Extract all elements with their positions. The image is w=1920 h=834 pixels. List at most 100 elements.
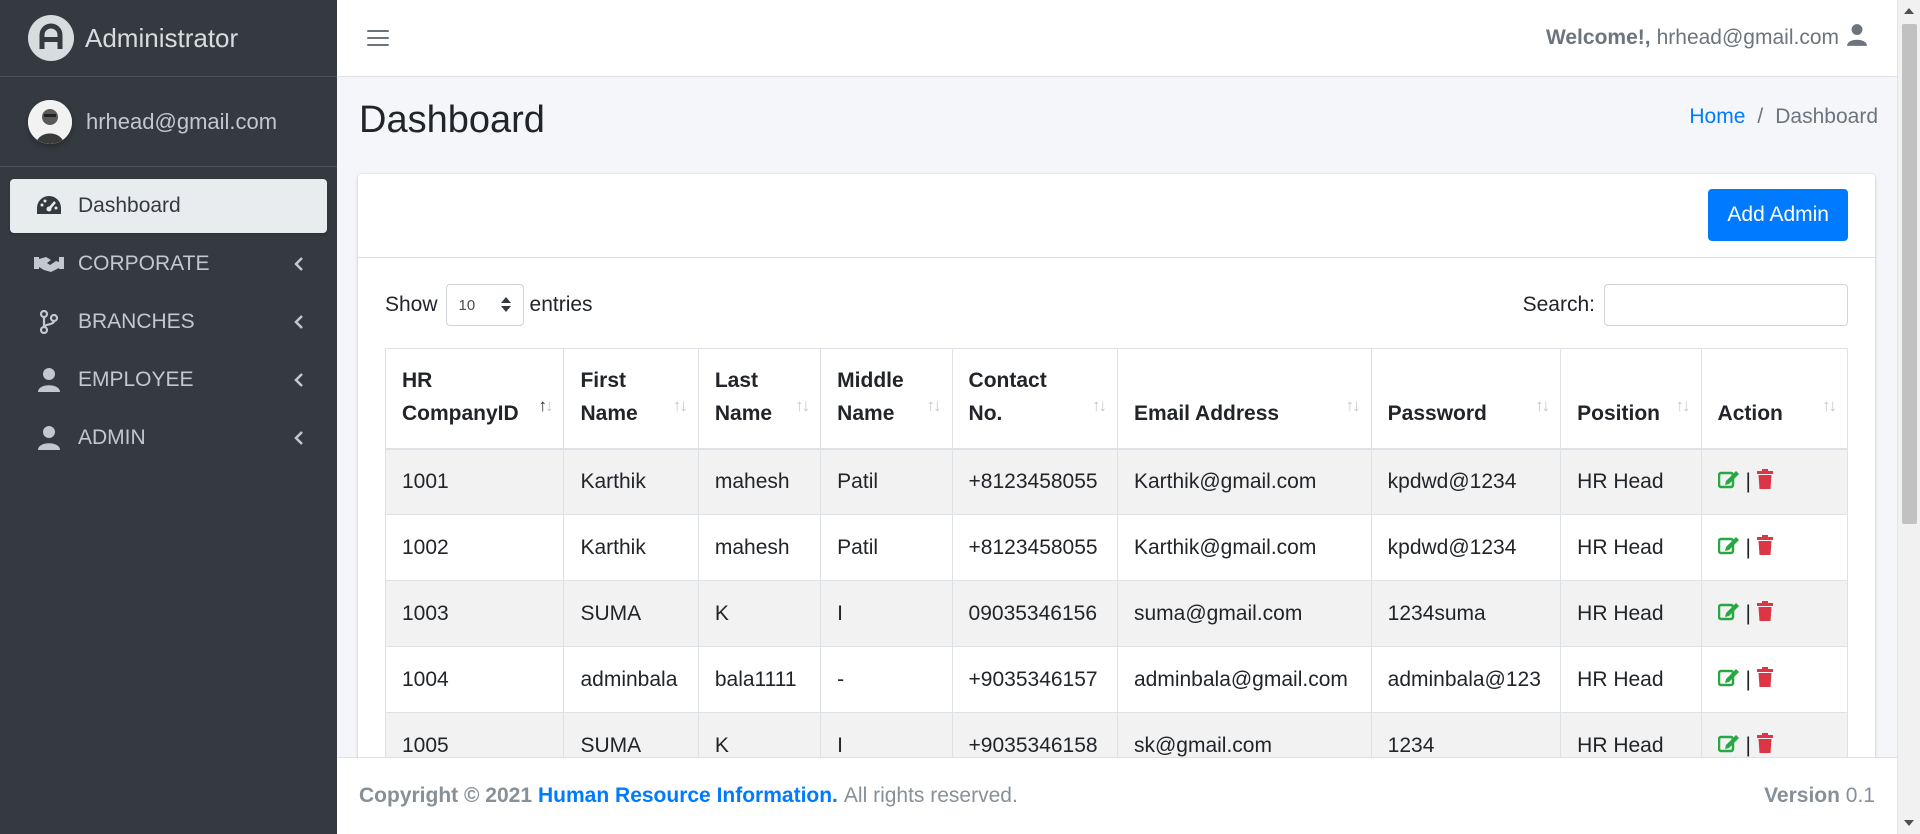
column-header-label: Action <box>1717 401 1783 425</box>
action-separator: | <box>1745 667 1752 691</box>
column-header[interactable]: Position ↑↓ <box>1560 348 1702 450</box>
table-cell: I <box>820 580 953 647</box>
column-header[interactable]: Last Name ↑↓ <box>697 348 822 450</box>
column-header[interactable]: Password ↑↓ <box>1370 348 1562 450</box>
brand[interactable]: Administrator <box>0 0 337 77</box>
hamburger-menu-icon[interactable] <box>367 28 389 48</box>
scroll-down-icon[interactable] <box>1904 820 1914 826</box>
sidebar: Administrator hrhead@gmail.com Dashboard… <box>0 0 337 834</box>
sort-icon: ↑↓ <box>672 395 688 415</box>
column-header-label: Last <box>714 368 759 392</box>
column-header-label: Name <box>837 401 895 425</box>
edit-icon[interactable] <box>1717 667 1740 693</box>
sort-icon: ↑↓ <box>1345 395 1361 415</box>
breadcrumb-separator: / <box>1757 105 1764 128</box>
table-cell: Patil <box>820 448 953 515</box>
table-cell: HR Head <box>1560 514 1702 581</box>
welcome-user: hrhead@gmail.com <box>1656 26 1839 49</box>
trash-icon[interactable] <box>1757 600 1774 627</box>
sidebar-item-employee[interactable]: EMPLOYEE <box>10 353 327 407</box>
table-cell: 1003 <box>384 580 565 647</box>
user-icon <box>34 367 64 393</box>
column-header-label: HR <box>402 368 433 392</box>
entries-value: 10 <box>458 296 476 314</box>
chevron-left-icon <box>291 314 307 330</box>
breadcrumb-home-link[interactable]: Home <box>1689 105 1745 129</box>
table-cell: +9035346157 <box>951 646 1118 713</box>
column-header[interactable]: Email Address ↑↓ <box>1116 348 1372 450</box>
avatar <box>28 99 72 144</box>
sidebar-item-label: EMPLOYEE <box>78 368 194 391</box>
table-cell: sk@gmail.com <box>1116 712 1372 757</box>
table-row: 1001 Karthik mahesh Patil +8123458055 Karthik… <box>384 448 1849 515</box>
edit-icon[interactable] <box>1717 601 1740 627</box>
table-cell: 1002 <box>384 514 565 581</box>
trash-icon[interactable] <box>1757 732 1774 758</box>
sort-icon: ↑↓ <box>1091 395 1107 415</box>
column-header[interactable]: First Name ↑↓ <box>563 348 699 450</box>
column-header-label: Contact <box>968 368 1047 392</box>
scroll-thumb[interactable] <box>1902 24 1917 524</box>
table-cell: HR Head <box>1560 448 1702 515</box>
handshake-icon <box>34 251 64 277</box>
table-row: 1002 Karthik mahesh Patil +8123458055 Karthik… <box>384 514 1849 581</box>
scroll-up-icon[interactable] <box>1904 8 1914 14</box>
sidebar-item-dashboard[interactable]: Dashboard <box>10 179 327 233</box>
trash-icon[interactable] <box>1757 468 1774 495</box>
column-header[interactable]: HR CompanyID ↑↓ <box>384 348 565 450</box>
column-header-label: CompanyID <box>402 401 519 425</box>
entries-select[interactable]: 10 <box>445 284 524 326</box>
table-cell: SUMA <box>563 580 699 647</box>
welcome-user-menu[interactable]: Welcome!, hrhead@gmail.com <box>1546 24 1867 52</box>
page-title: Dashboard <box>359 99 545 141</box>
admin-table: HR CompanyID ↑↓ First Name ↑↓ Last Name ↑↓ Middle… <box>384 348 1849 758</box>
column-header[interactable]: Contact No. ↑↓ <box>951 348 1118 450</box>
footer-company-link[interactable]: Human Resource Information. <box>538 784 838 808</box>
page-scrollbar[interactable] <box>1897 0 1920 834</box>
table-cell: adminbala <box>563 646 699 713</box>
table-cell: Karthik <box>563 448 699 515</box>
welcome-label: Welcome!, <box>1545 26 1651 49</box>
table-cell: - <box>820 646 953 713</box>
chevron-left-icon <box>291 256 307 272</box>
edit-icon[interactable] <box>1717 733 1740 758</box>
column-header[interactable]: Action ↑↓ <box>1700 348 1849 450</box>
table-cell: Karthik <box>563 514 699 581</box>
sidebar-item-branches[interactable]: BRANCHES <box>10 295 327 349</box>
sidebar-item-corporate[interactable]: CORPORATE <box>10 237 327 291</box>
table-cell: I <box>820 712 953 757</box>
topbar: Welcome!, hrhead@gmail.com <box>337 0 1897 77</box>
user-panel[interactable]: hrhead@gmail.com <box>0 77 337 167</box>
column-header-label: First <box>580 368 626 392</box>
column-header-label: Name <box>714 401 773 425</box>
footer-copyright: Copyright © 2021 <box>359 784 533 807</box>
chevron-left-icon <box>291 372 307 388</box>
action-separator: | <box>1745 601 1752 625</box>
version-label: Version <box>1764 784 1840 807</box>
column-header[interactable]: Middle Name ↑↓ <box>820 348 953 450</box>
trash-icon[interactable] <box>1757 666 1774 693</box>
footer: Copyright © 2021 Human Resource Informat… <box>337 757 1897 834</box>
table-cell: kpdwd@1234 <box>1370 448 1562 515</box>
table-cell: adminbala@123 <box>1370 646 1562 713</box>
sort-icon: ↑↓ <box>1535 395 1550 415</box>
sidebar-item-label: BRANCHES <box>78 310 195 333</box>
chevron-left-icon <box>291 430 307 446</box>
entries-label: entries <box>529 293 593 316</box>
edit-icon[interactable] <box>1717 535 1740 561</box>
search-input[interactable] <box>1604 284 1848 326</box>
sort-icon: ↑↓ <box>1822 395 1837 415</box>
show-label: Show <box>385 293 438 316</box>
table-cell: +8123458055 <box>951 514 1118 581</box>
table-cell: kpdwd@1234 <box>1370 514 1562 581</box>
table-row: 1003 SUMA K I 09035346156 suma@gmail.com 1234s… <box>384 580 1849 647</box>
edit-icon[interactable] <box>1717 469 1740 495</box>
action-cell: | <box>1700 646 1849 713</box>
version-value: 0.1 <box>1845 784 1875 807</box>
trash-icon[interactable] <box>1757 534 1774 561</box>
add-admin-button[interactable]: Add Admin <box>1708 189 1848 241</box>
sidebar-item-admin[interactable]: ADMIN <box>10 411 327 465</box>
column-header-label: Name <box>580 401 638 425</box>
sidebar-item-label: ADMIN <box>78 426 146 449</box>
action-separator: | <box>1745 733 1752 757</box>
